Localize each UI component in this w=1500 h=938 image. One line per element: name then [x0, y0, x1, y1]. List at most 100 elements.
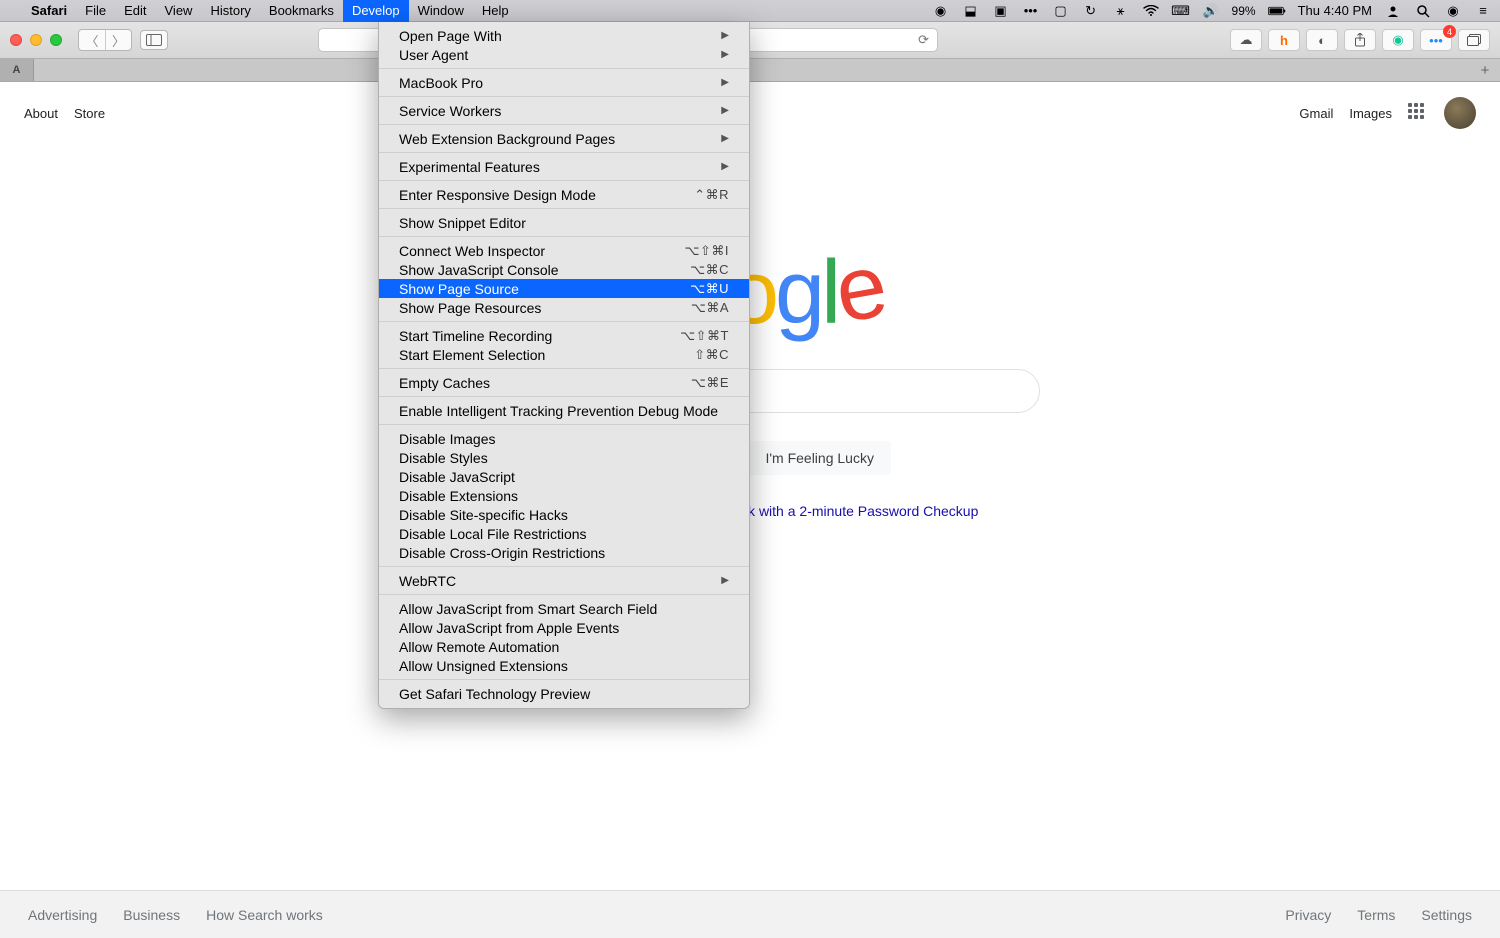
menu-item-webrtc[interactable]: WebRTC▶ — [379, 571, 749, 590]
notification-center-icon[interactable]: ≡ — [1474, 3, 1492, 18]
menubar-app-name[interactable]: Safari — [22, 0, 76, 22]
menu-item-label: Service Workers — [399, 103, 501, 119]
menu-item-disable-site-specific-hacks[interactable]: Disable Site-specific Hacks — [379, 505, 749, 524]
menu-separator — [379, 679, 749, 680]
menu-item-empty-caches[interactable]: Empty Caches⌥⌘E — [379, 373, 749, 392]
menu-item-disable-javascript[interactable]: Disable JavaScript — [379, 467, 749, 486]
more-dots-icon[interactable]: ••• — [1022, 3, 1040, 18]
menu-item-show-snippet-editor[interactable]: Show Snippet Editor — [379, 213, 749, 232]
dropbox-icon[interactable]: ⬓ — [962, 3, 980, 19]
menubar-develop[interactable]: Develop — [343, 0, 409, 22]
battery-percentage[interactable]: 99% — [1232, 4, 1256, 18]
siri-icon[interactable]: ◉ — [1444, 3, 1462, 19]
volume-icon[interactable]: 🔊 — [1202, 3, 1220, 19]
menu-item-enter-responsive-design-mode[interactable]: Enter Responsive Design Mode⌃⌘R — [379, 185, 749, 204]
menu-item-connect-web-inspector[interactable]: Connect Web Inspector⌥⇧⌘I — [379, 241, 749, 260]
menu-item-show-page-resources[interactable]: Show Page Resources⌥⌘A — [379, 298, 749, 317]
footer-advertising-link[interactable]: Advertising — [28, 907, 97, 923]
submenu-arrow-icon: ▶ — [721, 575, 729, 586]
menu-item-macbook-pro[interactable]: MacBook Pro▶ — [379, 73, 749, 92]
google-apps-icon[interactable] — [1408, 103, 1428, 123]
battery-icon[interactable] — [1268, 5, 1286, 17]
menu-item-start-element-selection[interactable]: Start Element Selection⇧⌘C — [379, 345, 749, 364]
logo-letter: g — [775, 242, 821, 345]
footer-business-link[interactable]: Business — [123, 907, 180, 923]
new-tab-button[interactable]: + — [1470, 59, 1500, 81]
menu-item-show-page-source[interactable]: Show Page Source⌥⌘U — [379, 279, 749, 298]
menu-item-open-page-with[interactable]: Open Page With▶ — [379, 22, 749, 45]
menu-separator — [379, 152, 749, 153]
menu-item-experimental-features[interactable]: Experimental Features▶ — [379, 157, 749, 176]
menu-item-enable-intelligent-tracking-prevention-debug-mode[interactable]: Enable Intelligent Tracking Prevention D… — [379, 401, 749, 420]
menubar-edit[interactable]: Edit — [115, 0, 155, 22]
google-images-link[interactable]: Images — [1349, 106, 1392, 121]
footer-howsearch-link[interactable]: How Search works — [206, 907, 323, 923]
menu-separator — [379, 566, 749, 567]
bluetooth-icon[interactable]: ⚹ — [1112, 3, 1130, 19]
tabs-overview-icon[interactable] — [1458, 29, 1490, 51]
grammarly-ext-icon[interactable]: ◉ — [1382, 29, 1414, 51]
menu-item-allow-unsigned-extensions[interactable]: Allow Unsigned Extensions — [379, 656, 749, 675]
user-icon[interactable] — [1384, 4, 1402, 18]
safari-toolbar: 〈 〉 ⟳ ☁ h ◐ ◉ ••• 4 — [0, 22, 1500, 59]
spotlight-icon[interactable] — [1414, 4, 1432, 18]
wifi-icon[interactable] — [1142, 5, 1160, 17]
menu-item-disable-cross-origin-restrictions[interactable]: Disable Cross-Origin Restrictions — [379, 543, 749, 562]
minimize-window-button[interactable] — [30, 34, 42, 46]
airplay-icon[interactable]: ▢ — [1052, 3, 1070, 19]
menu-item-disable-local-file-restrictions[interactable]: Disable Local File Restrictions — [379, 524, 749, 543]
menu-item-show-javascript-console[interactable]: Show JavaScript Console⌥⌘C — [379, 260, 749, 279]
menu-item-disable-extensions[interactable]: Disable Extensions — [379, 486, 749, 505]
menu-item-allow-remote-automation[interactable]: Allow Remote Automation — [379, 637, 749, 656]
menu-item-disable-images[interactable]: Disable Images — [379, 429, 749, 448]
menu-item-service-workers[interactable]: Service Workers▶ — [379, 101, 749, 120]
menu-item-allow-javascript-from-apple-events[interactable]: Allow JavaScript from Apple Events — [379, 618, 749, 637]
menubar-window[interactable]: Window — [409, 0, 473, 22]
menu-item-user-agent[interactable]: User Agent▶ — [379, 45, 749, 64]
menubar-clock[interactable]: Thu 4:40 PM — [1298, 3, 1372, 18]
share-icon[interactable] — [1344, 29, 1376, 51]
footer-settings-link[interactable]: Settings — [1421, 907, 1472, 923]
footer-privacy-link[interactable]: Privacy — [1285, 907, 1331, 923]
menu-item-start-timeline-recording[interactable]: Start Timeline Recording⌥⇧⌘T — [379, 326, 749, 345]
menu-item-get-safari-technology-preview[interactable]: Get Safari Technology Preview — [379, 684, 749, 708]
footer-terms-link[interactable]: Terms — [1357, 907, 1395, 923]
back-button[interactable]: 〈 — [79, 30, 105, 50]
google-store-link[interactable]: Store — [74, 106, 105, 121]
forward-button[interactable]: 〉 — [105, 30, 131, 50]
reader-ext-icon[interactable]: ◐ — [1306, 29, 1338, 51]
menu-separator — [379, 68, 749, 69]
cloud-ext-icon[interactable]: ☁ — [1230, 29, 1262, 51]
google-top-nav: About Store Gmail Images — [0, 97, 1500, 129]
menu-item-web-extension-background-pages[interactable]: Web Extension Background Pages▶ — [379, 129, 749, 148]
keyboard-input-icon[interactable]: ⌨ — [1172, 3, 1190, 19]
menu-item-shortcut: ⌥⌘E — [691, 375, 729, 391]
submenu-arrow-icon: ▶ — [721, 30, 729, 41]
submenu-arrow-icon: ▶ — [721, 49, 729, 60]
reload-icon[interactable]: ⟳ — [918, 32, 929, 48]
google-about-link[interactable]: About — [24, 106, 58, 121]
menubar-history[interactable]: History — [201, 0, 259, 22]
menu-item-allow-javascript-from-smart-search-field[interactable]: Allow JavaScript from Smart Search Field — [379, 599, 749, 618]
menubar-bookmarks[interactable]: Bookmarks — [260, 0, 343, 22]
honey-ext-icon[interactable]: h — [1268, 29, 1300, 51]
display-icon[interactable]: ▣ — [992, 3, 1010, 19]
sidebar-toggle-button[interactable] — [140, 30, 168, 50]
feeling-lucky-button[interactable]: I'm Feeling Lucky — [748, 441, 891, 475]
close-window-button[interactable] — [10, 34, 22, 46]
develop-menu-dropdown: Open Page With▶User Agent▶ MacBook Pro▶ Se… — [378, 22, 750, 709]
menu-item-shortcut: ⌃⌘R — [694, 187, 729, 203]
menu-item-shortcut: ⌥⌘U — [690, 281, 729, 297]
menu-item-disable-styles[interactable]: Disable Styles — [379, 448, 749, 467]
google-gmail-link[interactable]: Gmail — [1299, 106, 1333, 121]
menubar-file[interactable]: File — [76, 0, 115, 22]
timemachine-icon[interactable]: ↻ — [1082, 3, 1100, 19]
menu-item-label: Connect Web Inspector — [399, 243, 545, 259]
menubar-view[interactable]: View — [156, 0, 202, 22]
maximize-window-button[interactable] — [50, 34, 62, 46]
password-ext-icon[interactable]: ••• 4 — [1420, 29, 1452, 51]
screen-record-icon[interactable]: ◉ — [932, 3, 950, 19]
menubar-help[interactable]: Help — [473, 0, 518, 22]
tab-indicator[interactable]: A — [0, 59, 34, 81]
google-account-avatar[interactable] — [1444, 97, 1476, 129]
